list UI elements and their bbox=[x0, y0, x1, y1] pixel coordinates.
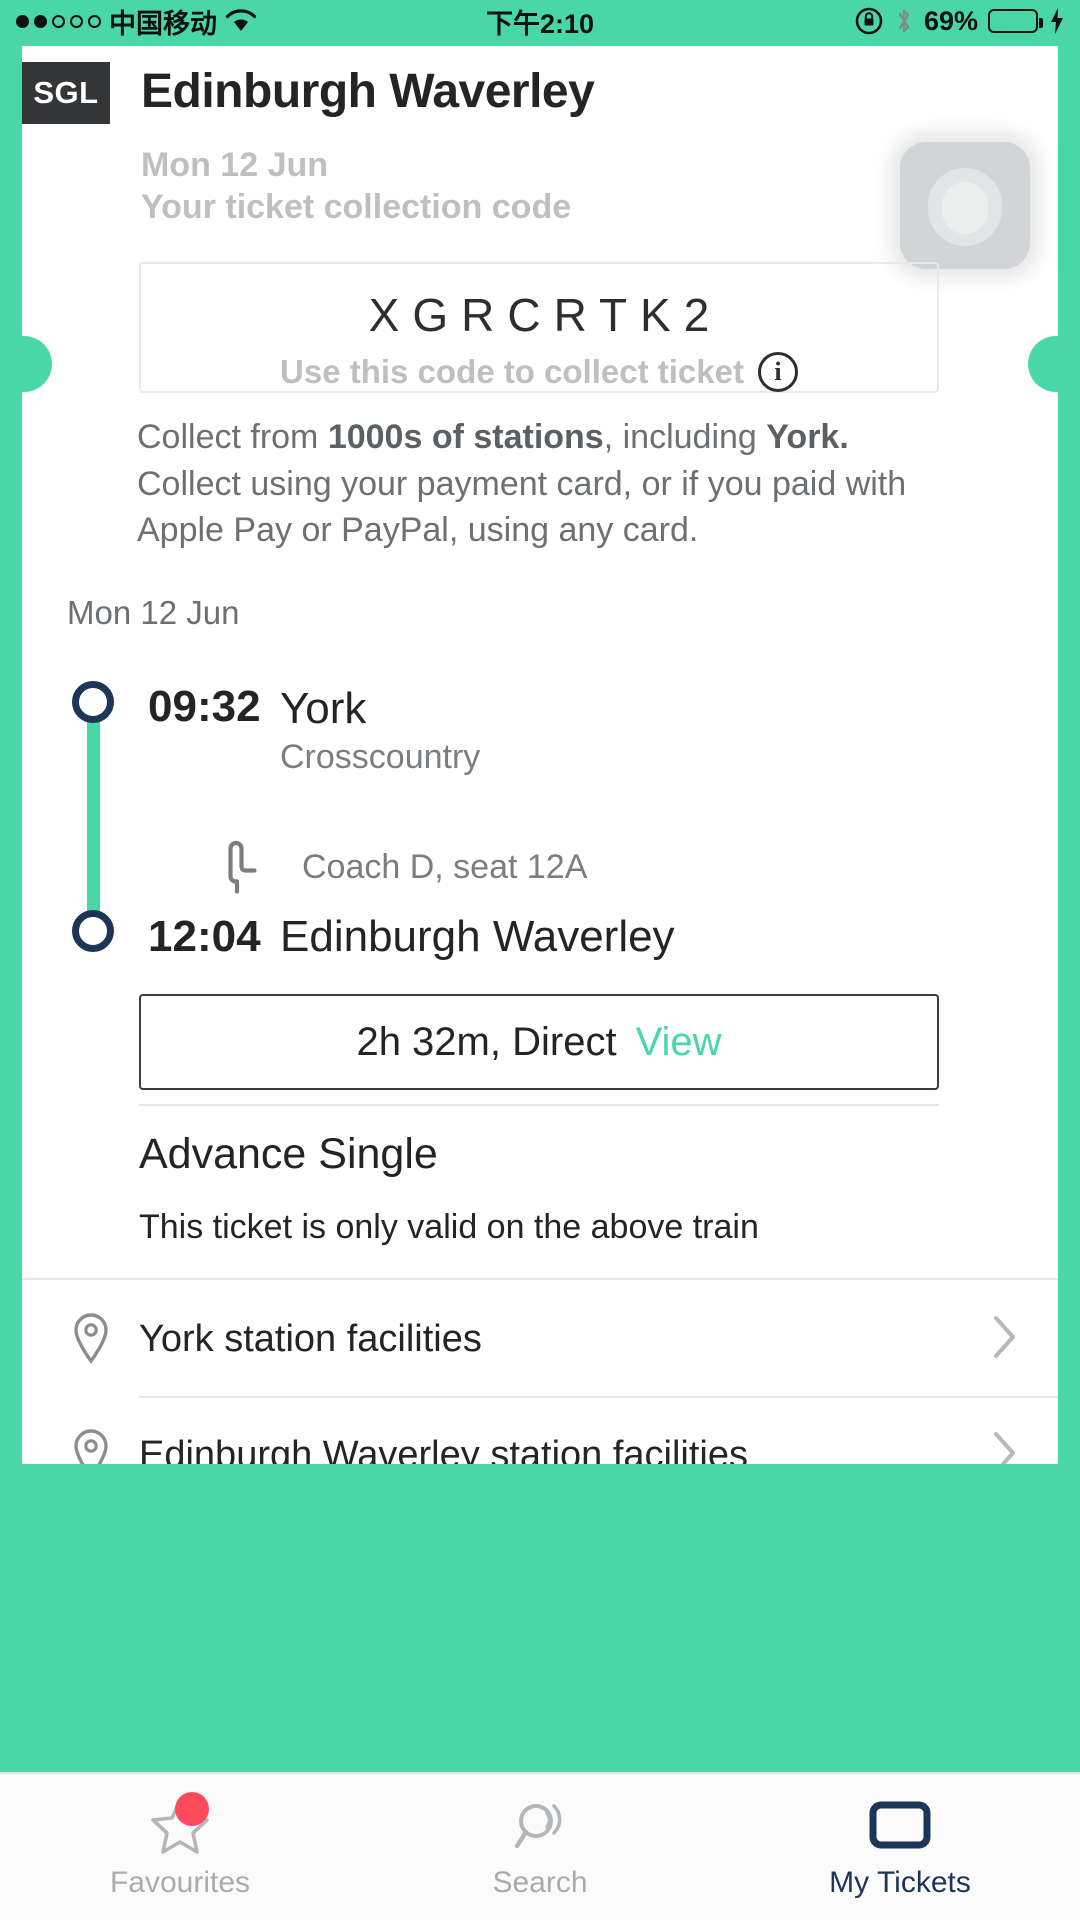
departure-time: 09:32 bbox=[148, 682, 261, 731]
collection-code-hint: Use this code to collect ticket bbox=[280, 353, 744, 390]
collection-code-hint-row: Use this code to collect ticket i bbox=[141, 352, 937, 392]
facility-row-edinburgh[interactable]: Edinburgh Waverley station facilities bbox=[22, 1398, 1058, 1464]
ticket-card: SGL Edinburgh Waverley Mon 12 Jun Your t… bbox=[22, 46, 1058, 1464]
tab-search[interactable]: Search bbox=[360, 1774, 720, 1920]
collection-code-box: XGRCRTK2 Use this code to collect ticket… bbox=[139, 262, 939, 393]
collect-text-part1: Collect from bbox=[137, 418, 328, 456]
journey-details-button[interactable]: 2h 32m, Direct View bbox=[139, 994, 939, 1090]
facilities-section-divider bbox=[22, 1278, 1058, 1280]
bluetooth-icon bbox=[898, 9, 910, 33]
collect-bold-stations: 1000s of stations bbox=[327, 418, 604, 456]
collection-code: XGRCRTK2 bbox=[368, 289, 723, 341]
header-subtitle: Your ticket collection code bbox=[141, 188, 572, 226]
battery-icon bbox=[988, 9, 1043, 33]
page-title: Edinburgh Waverley bbox=[141, 65, 595, 118]
facility-label: York station facilities bbox=[139, 1318, 482, 1360]
collect-text-part3: Collect using your payment card, or if y… bbox=[137, 464, 907, 550]
favourites-badge bbox=[175, 1792, 209, 1826]
charging-bolt-icon bbox=[1051, 8, 1063, 34]
arrival-stop-dot bbox=[72, 910, 114, 952]
overlay-button-ghost[interactable] bbox=[900, 142, 1030, 269]
status-bar: 中国移动 下午2:10 69% bbox=[0, 0, 1080, 42]
tab-label-search: Search bbox=[492, 1866, 588, 1899]
info-icon[interactable]: i bbox=[757, 352, 798, 392]
journey-track-line bbox=[87, 714, 100, 930]
seat-reservation-row: Coach D, seat 12A bbox=[224, 838, 587, 896]
bottom-tab-bar: Favourites Search My Tickets bbox=[0, 1772, 1080, 1920]
battery-percentage: 69% bbox=[923, 5, 978, 36]
facility-row-york[interactable]: York station facilities bbox=[22, 1282, 1058, 1398]
collect-text-part2: , including bbox=[603, 418, 767, 456]
journey-date: Mon 12 Jun bbox=[67, 594, 240, 631]
tab-my-tickets[interactable]: My Tickets bbox=[720, 1774, 1080, 1920]
map-pin-icon bbox=[74, 1429, 108, 1464]
card-notch-right bbox=[1028, 336, 1058, 392]
header-date: Mon 12 Jun bbox=[141, 146, 329, 184]
arrival-time: 12:04 bbox=[148, 912, 261, 961]
fare-type-title: Advance Single bbox=[139, 1130, 438, 1178]
view-link[interactable]: View bbox=[636, 1020, 722, 1065]
battery-cap bbox=[1039, 18, 1043, 28]
star-icon bbox=[149, 1792, 211, 1856]
ticket-icon bbox=[869, 1794, 931, 1856]
tab-label-my-tickets: My Tickets bbox=[829, 1866, 971, 1899]
seat-icon bbox=[228, 840, 257, 894]
card-notch-left bbox=[22, 336, 52, 392]
departure-stop-dot bbox=[72, 681, 114, 723]
train-operator: Crosscountry bbox=[280, 738, 481, 776]
collection-instructions: Collect from 1000s of stations, includin… bbox=[137, 414, 959, 554]
seat-label: Coach D, seat 12A bbox=[302, 847, 588, 886]
tab-label-favourites: Favourites bbox=[109, 1866, 251, 1899]
ticket-type-badge: SGL bbox=[22, 62, 110, 124]
fare-validity-note: This ticket is only valid on the above t… bbox=[139, 1208, 759, 1246]
arrival-station: Edinburgh Waverley bbox=[280, 912, 675, 961]
fare-divider bbox=[139, 1104, 939, 1106]
chevron-right-icon bbox=[994, 1432, 1015, 1464]
status-bar-right: 69% bbox=[854, 6, 1066, 37]
tab-favourites[interactable]: Favourites bbox=[0, 1774, 360, 1920]
collect-bold-york: York. bbox=[766, 418, 849, 456]
rotation-lock-icon bbox=[855, 7, 883, 35]
facility-label: Edinburgh Waverley station facilities bbox=[139, 1434, 748, 1464]
journey-duration: 2h 32m, Direct bbox=[356, 1019, 617, 1064]
map-pin-icon bbox=[74, 1313, 108, 1364]
chevron-right-icon bbox=[994, 1316, 1015, 1358]
app-root: 中国移动 下午2:10 69% SGL Edinburgh Waverley M… bbox=[0, 0, 1080, 1920]
departure-station: York bbox=[280, 684, 367, 733]
search-signal-icon bbox=[509, 1794, 571, 1856]
